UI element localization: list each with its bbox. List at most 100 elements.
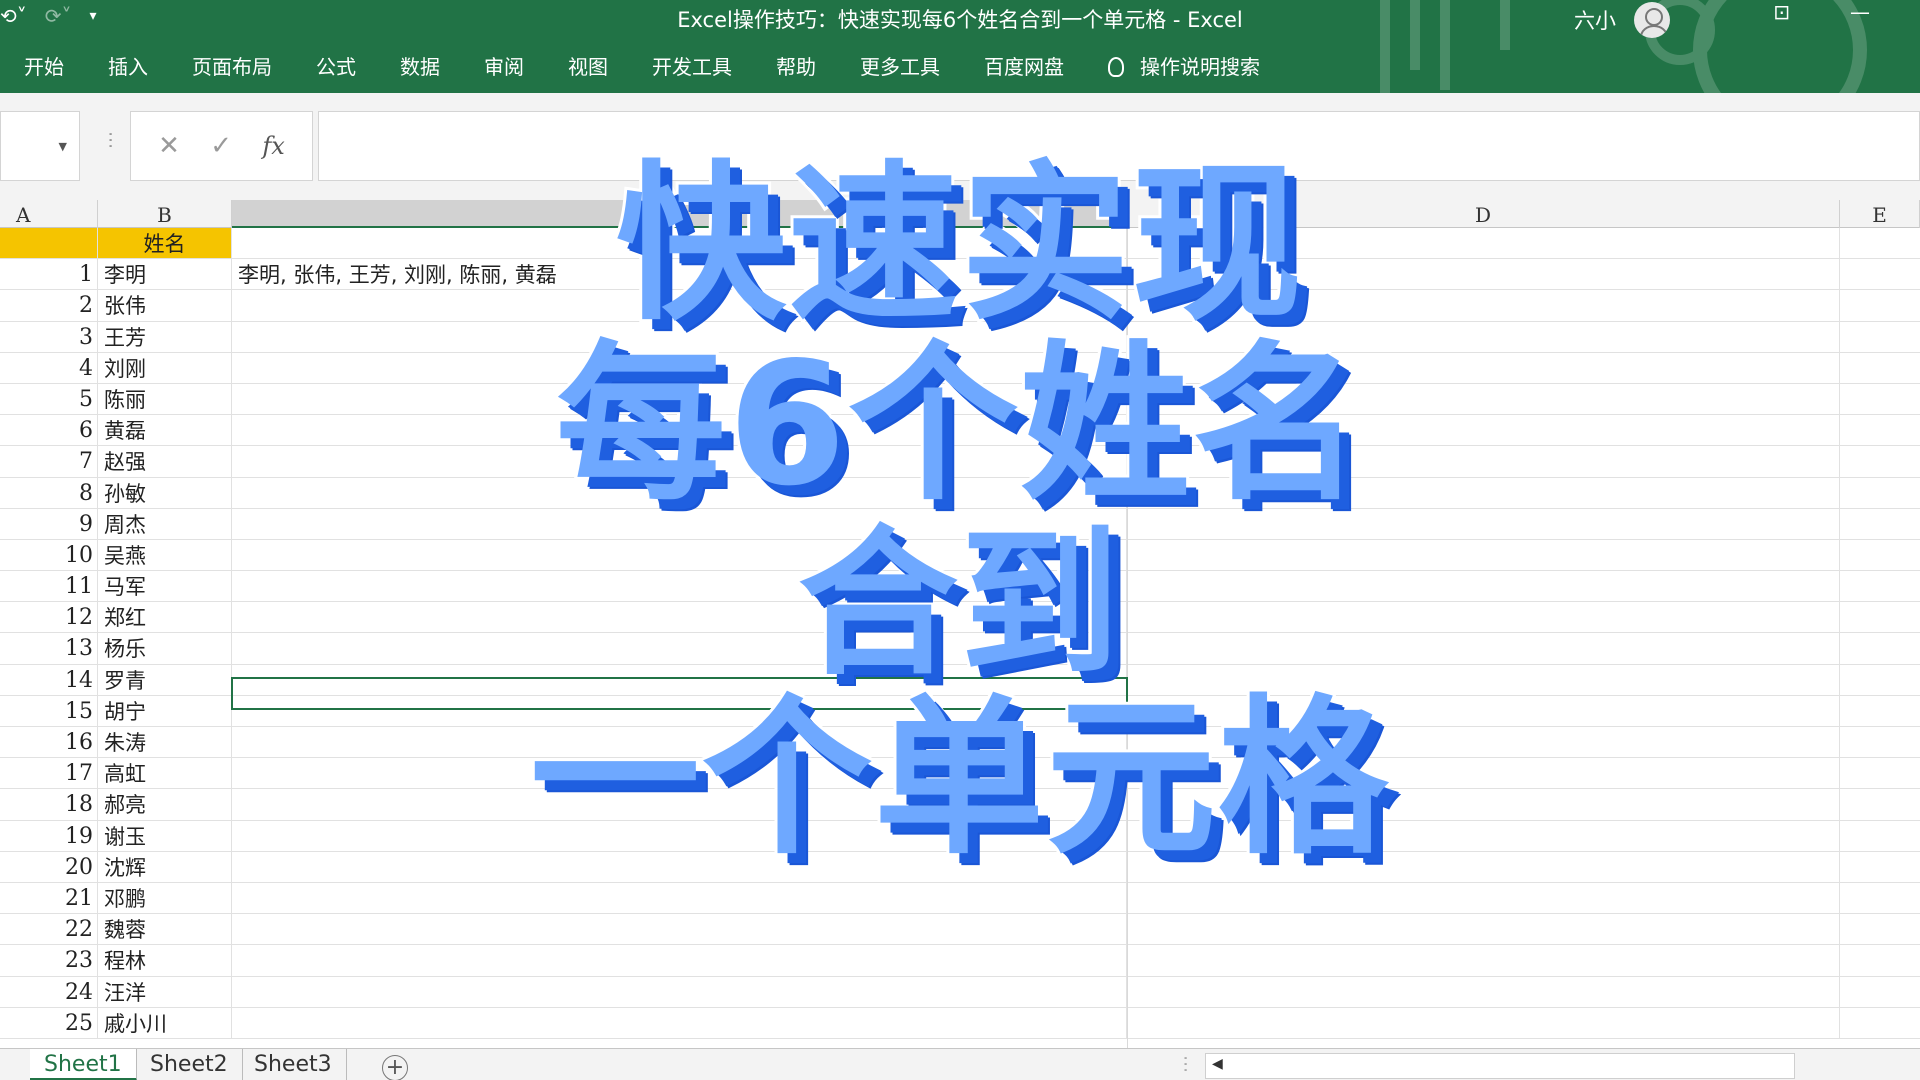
tab-page-layout[interactable]: 页面布局 bbox=[170, 50, 294, 84]
cell-b-name[interactable]: 赵强 bbox=[98, 446, 232, 477]
cell-c-result[interactable] bbox=[232, 1007, 1127, 1038]
cell-d[interactable] bbox=[1127, 789, 1840, 820]
cell-c-result[interactable] bbox=[232, 321, 1127, 352]
cell-b-name[interactable]: 刘刚 bbox=[98, 352, 232, 383]
horizontal-scrollbar[interactable]: ◀ bbox=[1205, 1053, 1795, 1079]
cell-a-number[interactable]: 18 bbox=[0, 789, 98, 820]
cell-d[interactable] bbox=[1127, 321, 1840, 352]
cell-d[interactable] bbox=[1127, 882, 1840, 914]
cell-a-number[interactable]: 9 bbox=[0, 508, 98, 539]
cell-a-number[interactable]: 13 bbox=[0, 633, 98, 664]
enter-check-icon[interactable]: ✓ bbox=[210, 131, 232, 161]
tab-insert[interactable]: 插入 bbox=[86, 50, 170, 84]
cell-a-number[interactable]: 4 bbox=[0, 352, 98, 383]
cell-c-result[interactable] bbox=[232, 477, 1127, 508]
cell-b-header[interactable]: 姓名 bbox=[98, 228, 232, 259]
tab-view[interactable]: 视图 bbox=[546, 50, 630, 84]
cell-d[interactable] bbox=[1127, 352, 1840, 383]
cell-c-result[interactable] bbox=[232, 914, 1127, 945]
cell-b-name[interactable]: 谢玉 bbox=[98, 820, 232, 851]
cell-b-name[interactable]: 王芳 bbox=[98, 321, 232, 352]
user-account[interactable]: 六小 bbox=[1574, 2, 1670, 38]
cell-c-result[interactable] bbox=[232, 789, 1127, 820]
minimize-icon[interactable]: — bbox=[1850, 0, 1870, 24]
cell-a-number[interactable]: 14 bbox=[0, 664, 98, 695]
cell-b-name[interactable]: 杨乐 bbox=[98, 633, 232, 664]
sheet-tab-1[interactable]: Sheet1 bbox=[30, 1049, 137, 1080]
cell-d[interactable] bbox=[1127, 758, 1840, 789]
cell-c-result[interactable] bbox=[232, 602, 1127, 633]
tab-home[interactable]: 开始 bbox=[0, 50, 86, 84]
cell-d[interactable] bbox=[1127, 571, 1840, 602]
cell-c-result[interactable] bbox=[232, 446, 1127, 477]
cell-b-name[interactable]: 高虹 bbox=[98, 758, 232, 789]
cell-d[interactable] bbox=[1127, 602, 1840, 633]
cell-b-name[interactable]: 罗青 bbox=[98, 664, 232, 695]
drag-handle-icon[interactable]: ⋯ bbox=[100, 131, 121, 145]
cell-c-result[interactable]: 李明, 张伟, 王芳, 刘刚, 陈丽, 黄磊 bbox=[232, 259, 1127, 290]
tab-help[interactable]: 帮助 bbox=[754, 50, 838, 84]
cell-a-number[interactable]: 16 bbox=[0, 727, 98, 758]
cell-a-number[interactable]: 17 bbox=[0, 758, 98, 789]
tab-splitter-icon[interactable]: ⋯ bbox=[1175, 1055, 1196, 1069]
chevron-down-icon[interactable]: ▼ bbox=[59, 140, 67, 153]
tab-more-tools[interactable]: 更多工具 bbox=[838, 50, 962, 84]
cell-d[interactable] bbox=[1127, 633, 1840, 664]
cell-d[interactable] bbox=[1127, 383, 1840, 415]
cell-b-name[interactable]: 胡宁 bbox=[98, 695, 232, 726]
sheet-tab-2[interactable]: Sheet2 bbox=[136, 1049, 243, 1080]
column-header-a[interactable]: A bbox=[0, 200, 98, 228]
cell-d[interactable] bbox=[1127, 914, 1840, 945]
cell-d[interactable] bbox=[1127, 415, 1840, 446]
cell-c-result[interactable] bbox=[232, 758, 1127, 789]
cell-b-name[interactable]: 汪洋 bbox=[98, 976, 232, 1007]
cell-a-number[interactable]: 15 bbox=[0, 695, 98, 726]
column-header-d[interactable]: D bbox=[1127, 200, 1840, 228]
cell-a-number[interactable]: 10 bbox=[0, 539, 98, 571]
cell-a-number[interactable]: 2 bbox=[0, 290, 98, 321]
cell-c-result[interactable] bbox=[232, 508, 1127, 539]
cell-b-name[interactable]: 邓鹏 bbox=[98, 882, 232, 914]
cell-a-number[interactable]: 24 bbox=[0, 976, 98, 1007]
cell-c-result[interactable] bbox=[232, 945, 1127, 976]
cell-a-number[interactable]: 8 bbox=[0, 477, 98, 508]
cell-a-number[interactable]: 1 bbox=[0, 259, 98, 290]
formula-input[interactable] bbox=[318, 111, 1920, 181]
cell-b-name[interactable]: 吴燕 bbox=[98, 539, 232, 571]
cell-d-header[interactable] bbox=[1127, 228, 1840, 259]
cell-a-header[interactable] bbox=[0, 228, 98, 259]
cell-b-name[interactable]: 郝亮 bbox=[98, 789, 232, 820]
cell-c-result[interactable] bbox=[232, 727, 1127, 758]
cell-d[interactable] bbox=[1127, 851, 1840, 882]
cell-a-number[interactable]: 6 bbox=[0, 415, 98, 446]
cell-b-name[interactable]: 马军 bbox=[98, 571, 232, 602]
cell-a-number[interactable]: 20 bbox=[0, 851, 98, 882]
insert-function-icon[interactable]: fx bbox=[262, 132, 284, 160]
cell-c-result[interactable] bbox=[232, 383, 1127, 415]
cell-c-result[interactable] bbox=[232, 882, 1127, 914]
cell-d[interactable] bbox=[1127, 259, 1840, 290]
cell-c-header[interactable] bbox=[232, 228, 1127, 259]
cell-a-number[interactable]: 5 bbox=[0, 383, 98, 415]
cell-b-name[interactable]: 程林 bbox=[98, 945, 232, 976]
cell-c-result[interactable] bbox=[232, 820, 1127, 851]
tab-review[interactable]: 审阅 bbox=[462, 50, 546, 84]
cell-c-result[interactable] bbox=[232, 352, 1127, 383]
cell-d[interactable] bbox=[1127, 664, 1840, 695]
tab-data[interactable]: 数据 bbox=[378, 50, 462, 84]
tell-me-search[interactable]: 操作说明搜索 bbox=[1086, 50, 1282, 84]
cell-b-name[interactable]: 陈丽 bbox=[98, 383, 232, 415]
cell-c-result[interactable] bbox=[232, 976, 1127, 1007]
cell-a-number[interactable]: 11 bbox=[0, 571, 98, 602]
cell-d[interactable] bbox=[1127, 477, 1840, 508]
cell-d[interactable] bbox=[1127, 695, 1840, 726]
cell-d[interactable] bbox=[1127, 1007, 1840, 1038]
cell-d[interactable] bbox=[1127, 290, 1840, 321]
add-sheet-icon[interactable]: + bbox=[382, 1055, 408, 1080]
cell-c-result[interactable] bbox=[232, 415, 1127, 446]
tab-formulas[interactable]: 公式 bbox=[294, 50, 378, 84]
column-header-e[interactable]: E bbox=[1840, 200, 1920, 228]
cell-d[interactable] bbox=[1127, 820, 1840, 851]
cell-b-name[interactable]: 李明 bbox=[98, 259, 232, 290]
cell-c-result[interactable] bbox=[232, 290, 1127, 321]
